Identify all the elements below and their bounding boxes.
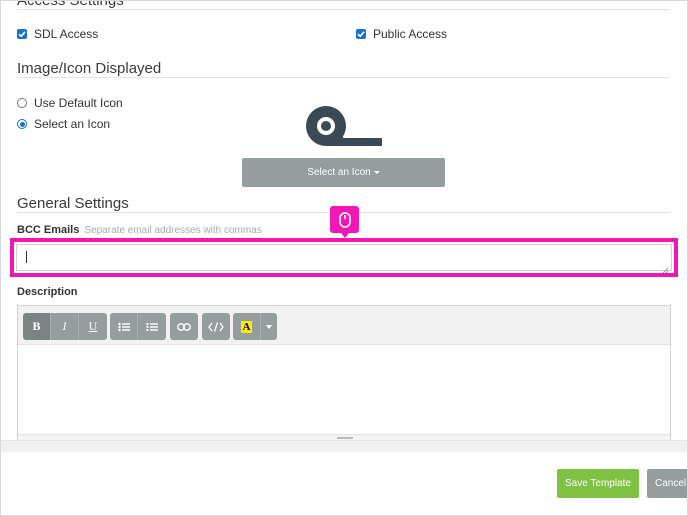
- bold-button[interactable]: B: [23, 313, 51, 340]
- code-icon: [208, 321, 224, 332]
- save-template-label: Save Template: [565, 478, 631, 489]
- link-group: [170, 313, 198, 340]
- use-default-icon-option[interactable]: Use Default Icon: [17, 96, 123, 110]
- cancel-button[interactable]: Cancel: [647, 469, 688, 498]
- bullet-list-icon: [117, 322, 130, 331]
- text-color-dropdown[interactable]: [261, 313, 277, 340]
- image-icon-title: Image/Icon Displayed: [17, 60, 162, 77]
- use-default-icon-label: Use Default Icon: [34, 96, 123, 110]
- underline-icon: U: [88, 319, 98, 333]
- mouse-click-indicator: [330, 206, 359, 238]
- public-access-checkbox-row[interactable]: Public Access: [356, 27, 447, 41]
- save-template-button[interactable]: Save Template: [557, 469, 639, 498]
- caret-down-icon: [266, 324, 272, 329]
- format-group: B I U: [23, 313, 107, 340]
- general-settings-title: General Settings: [17, 195, 129, 212]
- code-group: [202, 313, 230, 340]
- italic-icon: I: [62, 319, 67, 333]
- caret-down-icon: [373, 171, 380, 174]
- sdl-access-label: SDL Access: [34, 27, 99, 41]
- link-button[interactable]: [170, 313, 198, 340]
- select-icon-dropdown-button[interactable]: Select an Icon: [242, 158, 445, 187]
- bold-icon: B: [32, 319, 41, 333]
- select-icon-button-label: Select an Icon: [307, 167, 371, 178]
- text-color-icon: A: [240, 320, 253, 333]
- italic-button[interactable]: I: [51, 313, 79, 340]
- list-group: [110, 313, 166, 340]
- cancel-label: Cancel: [655, 478, 687, 489]
- link-icon: [177, 322, 191, 331]
- description-label: Description: [17, 286, 78, 298]
- bcc-emails-label-text: BCC Emails: [17, 224, 80, 236]
- select-an-icon-label: Select an Icon: [34, 117, 111, 131]
- sdl-access-checkbox[interactable]: [17, 29, 27, 39]
- access-settings-divider: [17, 9, 670, 10]
- sdl-access-checkbox-row[interactable]: SDL Access: [17, 27, 98, 41]
- access-settings-title: Access Settings: [17, 0, 124, 9]
- focus-highlight-box: [10, 238, 678, 277]
- editor-toolbar: B I U A: [18, 306, 670, 345]
- use-default-icon-radio[interactable]: [17, 98, 27, 108]
- bullet-list-button[interactable]: [110, 313, 138, 340]
- tape-roll-icon: [304, 104, 384, 153]
- template-settings-page: Access Settings SDL Access Public Access…: [0, 0, 688, 516]
- underline-button[interactable]: U: [79, 313, 107, 340]
- image-icon-divider: [17, 77, 670, 78]
- text-color-button[interactable]: A: [233, 313, 261, 340]
- public-access-label: Public Access: [373, 27, 448, 41]
- numbered-list-icon: [146, 322, 158, 331]
- bcc-emails-label: BCC Emails Separate email addresses with…: [17, 224, 262, 236]
- form-bottom-band: [0, 440, 688, 452]
- color-group: A: [233, 313, 277, 340]
- code-view-button[interactable]: [202, 313, 230, 340]
- public-access-checkbox[interactable]: [356, 29, 366, 39]
- numbered-list-button[interactable]: [138, 313, 166, 340]
- bcc-emails-hint: Separate email addresses with commas: [84, 225, 262, 236]
- select-an-icon-radio[interactable]: [17, 119, 27, 129]
- select-an-icon-option[interactable]: Select an Icon: [17, 117, 110, 131]
- description-editor[interactable]: B I U A: [17, 305, 671, 440]
- mouse-icon: [338, 211, 351, 228]
- resize-handle-icon[interactable]: [337, 437, 353, 439]
